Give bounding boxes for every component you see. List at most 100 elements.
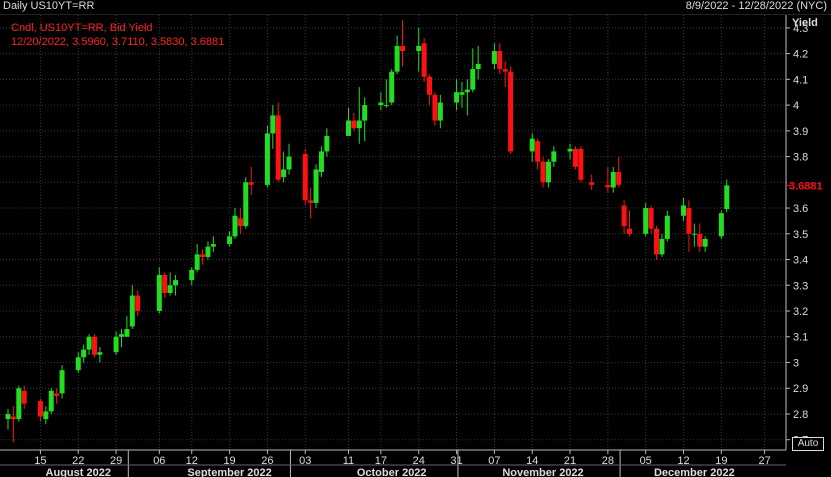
candle <box>605 166 611 193</box>
candle-body <box>475 63 481 70</box>
y-tick-label: 2.9 <box>793 383 808 395</box>
y-tick-label: 3.3 <box>793 280 808 292</box>
candle-body <box>394 45 400 72</box>
candle <box>540 156 546 188</box>
candle <box>724 179 730 213</box>
candle <box>491 43 497 70</box>
auto-scale-button[interactable]: Auto <box>792 437 824 451</box>
candle-body <box>427 76 433 95</box>
candles <box>5 20 730 443</box>
candle-body <box>86 336 92 350</box>
candle <box>643 202 649 237</box>
candle-body <box>21 390 27 404</box>
candle <box>75 352 81 373</box>
candle <box>118 329 124 348</box>
candle-body <box>718 213 724 237</box>
candle <box>43 406 49 425</box>
candle <box>578 146 584 183</box>
candle-body <box>356 120 362 129</box>
candle-body <box>351 120 357 129</box>
candlestick-chart[interactable]: 2.72.82.933.13.23.33.43.53.63.73.83.944.… <box>0 0 831 477</box>
candle-body <box>37 401 43 417</box>
candle <box>664 210 670 242</box>
candle-body <box>643 208 649 234</box>
y-tick-label: 4.2 <box>793 49 808 61</box>
candle <box>189 267 195 286</box>
x-month-label: October 2022 <box>357 467 427 477</box>
candle-body <box>97 352 103 355</box>
candle-body <box>383 105 389 107</box>
candle-body <box>648 208 654 229</box>
y-tick-label: 3.2 <box>793 306 808 318</box>
candle <box>167 272 173 296</box>
candle-body <box>459 92 465 95</box>
candle <box>91 334 97 358</box>
y-tick-label: 3.8 <box>793 152 808 164</box>
candle-body <box>243 182 249 227</box>
candle-body <box>686 208 692 234</box>
candle-body <box>270 115 276 134</box>
candle <box>59 365 65 399</box>
candle <box>378 92 384 111</box>
candle-body <box>654 228 660 255</box>
candle <box>659 233 665 257</box>
candle <box>416 27 422 72</box>
candle <box>281 151 287 183</box>
candle-body <box>124 329 130 337</box>
candle <box>432 92 438 126</box>
candle <box>535 138 541 170</box>
candle-body <box>308 200 314 203</box>
candle-body <box>470 69 476 90</box>
candle <box>610 166 616 193</box>
candle-body <box>194 254 200 270</box>
candle-body <box>118 334 124 337</box>
candle-body <box>416 45 422 52</box>
candle <box>156 267 162 314</box>
candle <box>237 208 243 234</box>
candle-body <box>702 238 708 247</box>
candle-body <box>16 388 22 420</box>
candle <box>308 187 314 219</box>
candle-body <box>91 336 97 355</box>
candle-body <box>697 233 703 247</box>
y-tick-label: 3.6 <box>793 203 808 215</box>
candle <box>162 272 168 299</box>
candle <box>345 107 351 136</box>
candle-body <box>227 236 233 245</box>
candle-body <box>545 161 551 183</box>
candle <box>356 87 362 144</box>
candle <box>497 43 503 75</box>
candle-body <box>572 148 578 167</box>
candle-body <box>281 169 287 178</box>
candle <box>626 210 632 237</box>
candle-body <box>529 138 535 152</box>
candle-body <box>535 141 541 162</box>
candle-body <box>454 92 460 103</box>
candle <box>616 156 622 188</box>
candle-body <box>724 185 730 210</box>
candle-body <box>621 205 627 227</box>
candle <box>124 316 130 337</box>
last-value-label: 3.6881 <box>789 180 823 192</box>
y-tick-label: 4 <box>793 100 799 112</box>
candle-body <box>10 416 16 420</box>
candle-body <box>189 269 195 281</box>
candle-body <box>589 182 595 185</box>
candle-body <box>173 280 179 286</box>
candle <box>205 241 211 260</box>
candle <box>135 290 141 317</box>
candle <box>324 128 330 157</box>
x-month-label: December 2022 <box>654 467 735 477</box>
candle <box>243 177 249 229</box>
legend-line-2: 12/20/2022, 3.5960, 3.7110, 3.5830, 3.68… <box>11 36 224 48</box>
candle <box>81 344 87 363</box>
candle-body <box>616 172 622 185</box>
candle <box>654 226 660 260</box>
y-tick-label: 3.5 <box>793 229 808 241</box>
candle <box>464 79 470 116</box>
candle <box>54 388 60 404</box>
candle-body <box>659 238 665 255</box>
candle <box>545 159 551 188</box>
candle-body <box>378 102 384 106</box>
candle-body <box>129 295 135 327</box>
